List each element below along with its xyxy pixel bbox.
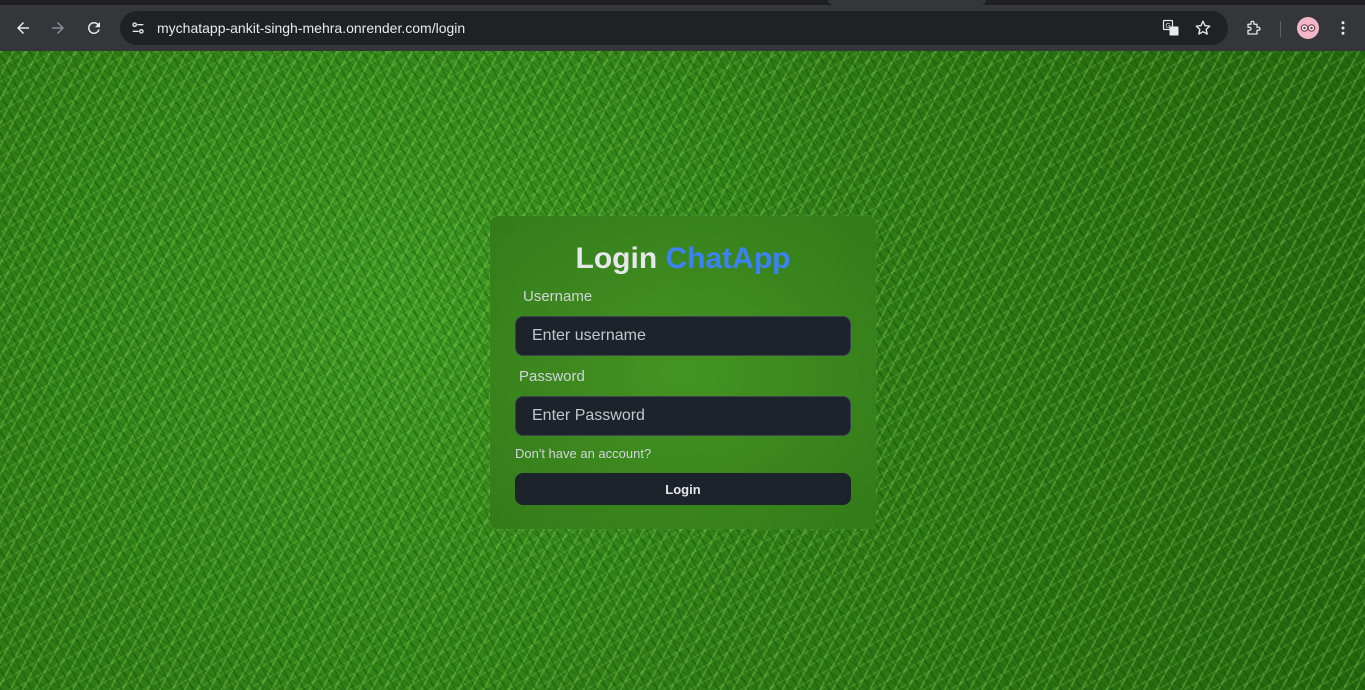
back-button[interactable]	[8, 13, 38, 43]
reload-button[interactable]	[79, 13, 109, 43]
site-info-button[interactable]	[128, 18, 148, 38]
username-label: Username	[523, 288, 593, 305]
forward-arrow-icon	[52, 22, 64, 34]
bookmark-button[interactable]	[1193, 18, 1213, 38]
password-label: Password	[519, 368, 585, 385]
title-brand: ChatApp	[665, 242, 791, 275]
page-viewport: Login ChatApp Username Password Don't ha…	[0, 51, 1365, 690]
address-bar[interactable]: mychatapp-ankit-singh-mehra.onrender.com…	[120, 11, 1228, 45]
toolbar-divider	[1280, 21, 1281, 37]
page-title: Login ChatApp	[490, 242, 876, 276]
signup-link[interactable]: Don't have an account?	[515, 446, 651, 461]
extensions-button[interactable]	[1243, 17, 1265, 39]
forward-button[interactable]	[43, 13, 73, 43]
url-text[interactable]: mychatapp-ankit-singh-mehra.onrender.com…	[157, 20, 465, 36]
browser-toolbar: mychatapp-ankit-singh-mehra.onrender.com…	[0, 5, 1365, 51]
password-input[interactable]	[515, 396, 851, 436]
login-button[interactable]: Login	[515, 473, 851, 505]
username-input[interactable]	[515, 316, 851, 356]
site-info-icon	[132, 22, 144, 34]
profile-avatar-icon	[1300, 24, 1316, 32]
puzzle-icon	[1247, 20, 1261, 35]
kebab-menu-icon	[1341, 21, 1345, 35]
translate-button[interactable]: G	[1161, 18, 1181, 38]
avatar[interactable]	[1297, 17, 1319, 39]
title-prefix: Login	[575, 242, 658, 275]
back-arrow-icon	[17, 22, 29, 34]
login-card: Login ChatApp Username Password Don't ha…	[490, 216, 876, 529]
menu-button[interactable]	[1332, 17, 1354, 39]
star-icon	[1195, 20, 1211, 35]
svg-text:G: G	[1165, 22, 1170, 30]
reload-icon	[87, 21, 100, 34]
translate-icon: G	[1162, 19, 1179, 36]
